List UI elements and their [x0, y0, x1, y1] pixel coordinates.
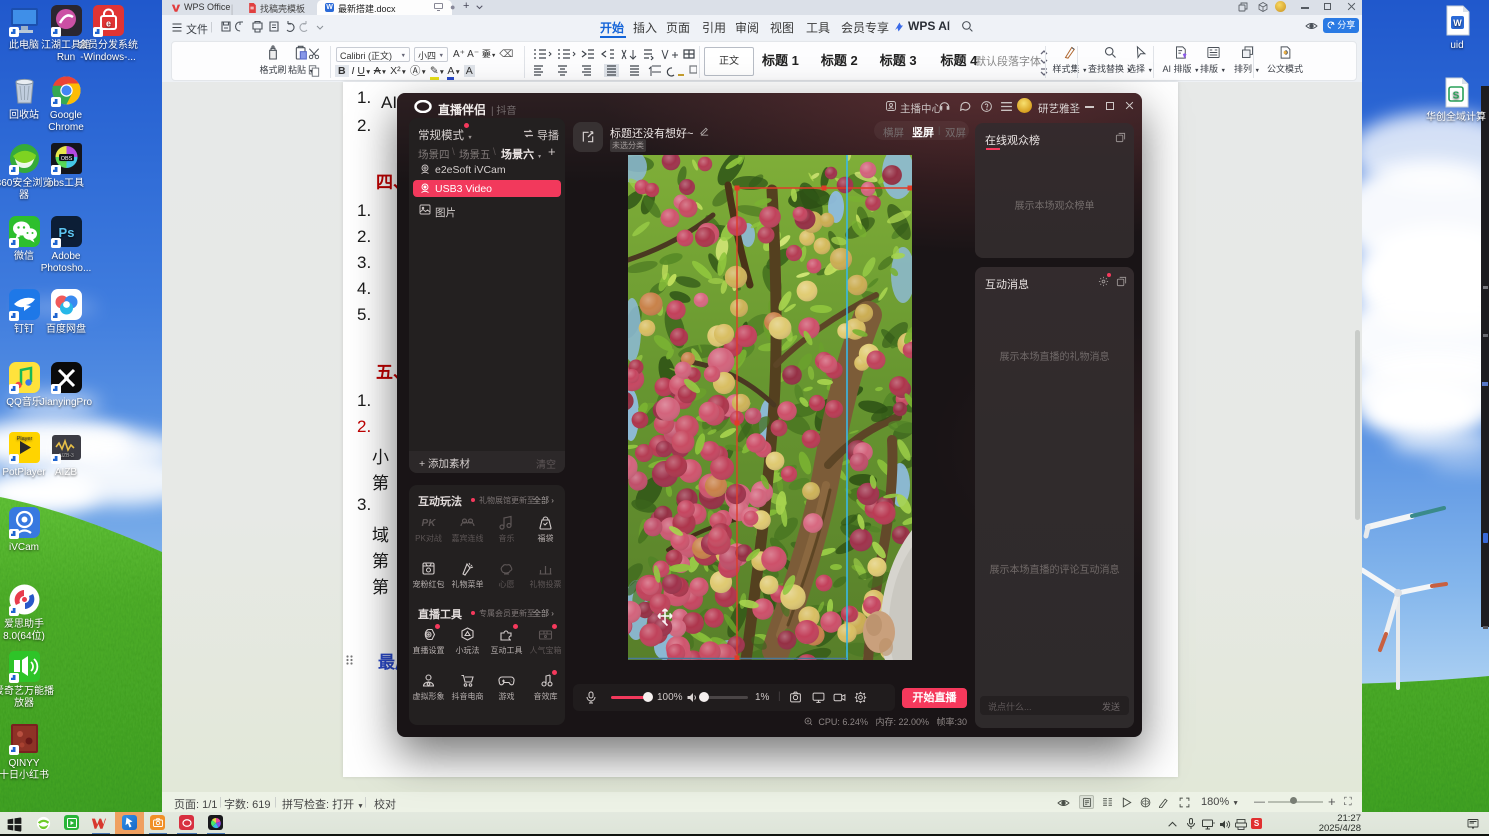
svg-text:W: W [1453, 18, 1462, 28]
svg-text:OBS: OBS [60, 156, 72, 162]
svg-text:PK: PK [422, 518, 437, 529]
svg-text:e: e [105, 19, 110, 29]
svg-text:S: S [1452, 91, 1459, 102]
